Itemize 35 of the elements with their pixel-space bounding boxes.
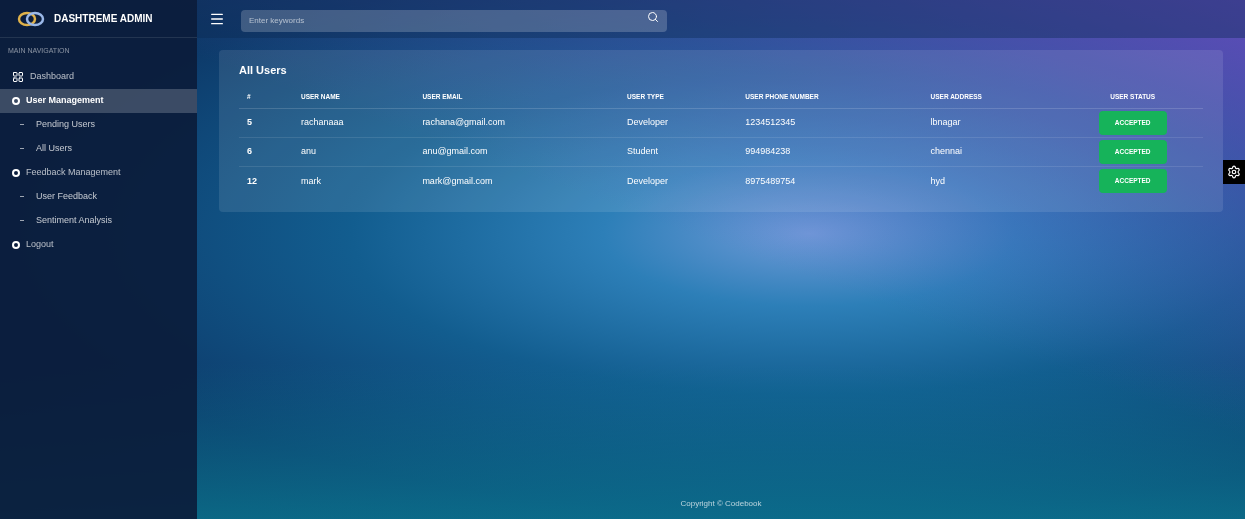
table-cell: Developer: [619, 108, 738, 138]
nav-item[interactable]: Logout: [0, 232, 197, 257]
table-cell: 8975489754: [737, 166, 923, 196]
copyright-text: Copyright © Codebook: [680, 498, 762, 510]
brand-name: DASHTREME ADMIN: [54, 12, 153, 26]
nav-item[interactable]: Dashboard: [0, 64, 197, 89]
table-cell: anu@gmail.com: [414, 137, 620, 167]
table-cell: lbnagar: [922, 108, 1063, 138]
table-cell: rachanaaa: [292, 108, 415, 138]
nav-subitem[interactable]: Pending Users: [0, 112, 197, 137]
nav-subitem[interactable]: User Feedback: [0, 184, 197, 209]
search-icon[interactable]: [647, 11, 659, 24]
logo-icon: [16, 9, 46, 28]
nav-item[interactable]: User Management: [0, 88, 197, 113]
card-title: All Users: [239, 63, 288, 78]
table-cell: anu: [292, 137, 415, 167]
table-cell: mark@gmail.com: [414, 166, 620, 196]
table-cell: 994984238: [737, 137, 923, 167]
table-cell: 5: [239, 108, 293, 138]
grid-icon: [12, 70, 24, 83]
nav-item[interactable]: Feedback Management: [0, 160, 197, 185]
table-cell: Student: [619, 137, 738, 167]
nav-subitem[interactable]: Sentiment Analysis: [0, 208, 197, 233]
table-cell: rachana@gmail.com: [414, 108, 620, 138]
table-cell: 12: [239, 166, 293, 196]
table-cell: mark: [292, 166, 415, 196]
menu-icon[interactable]: [209, 11, 225, 27]
table-cell: chennai: [922, 137, 1063, 167]
table-cell: hyd: [922, 166, 1063, 196]
table-cell: 6: [239, 137, 293, 167]
settings-icon: [1227, 165, 1241, 179]
settings-button[interactable]: [1223, 160, 1245, 184]
nav-subitem[interactable]: All Users: [0, 136, 197, 161]
table-cell: 1234512345: [737, 108, 923, 138]
table-cell: Developer: [619, 166, 738, 196]
